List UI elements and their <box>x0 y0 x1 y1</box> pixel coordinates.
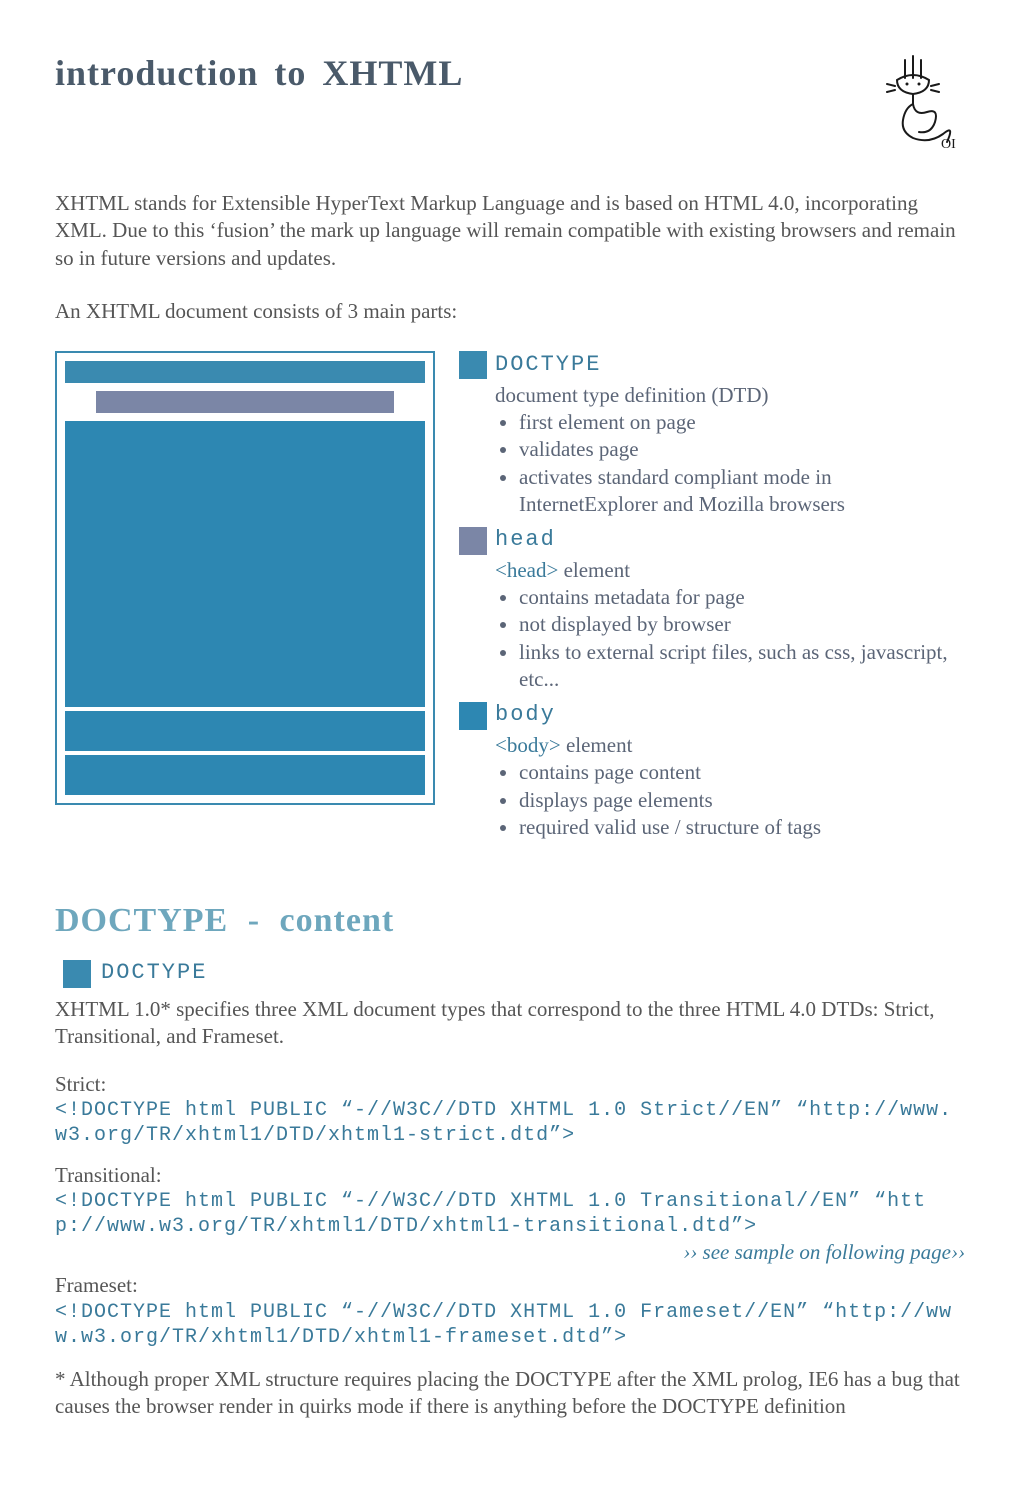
section-doctype-title: DOCTYPE - content <box>55 899 965 943</box>
body-label-row: body <box>459 701 965 730</box>
doctype-bullet-3: activates standard compliant mode in Int… <box>519 464 965 519</box>
diagram-row: DOCTYPE document type definition (DTD) f… <box>55 351 965 849</box>
body-bullet-1: contains page content <box>519 759 965 786</box>
doctype-label-row: DOCTYPE <box>459 351 965 380</box>
diagram-doctype-bar <box>65 361 425 383</box>
strict-label: Strict: <box>55 1071 965 1098</box>
cat-logo-icon: OI <box>885 50 965 150</box>
head-bullet-2: not displayed by browser <box>519 611 965 638</box>
doctype-bullet-2: validates page <box>519 436 965 463</box>
document-structure-diagram <box>55 351 435 805</box>
diagram-head-bar <box>96 391 395 413</box>
head-bullets: contains metadata for page not displayed… <box>519 584 965 693</box>
head-label-row: head <box>459 526 965 555</box>
head-desc: <head> element <box>495 557 965 584</box>
body-bullet-3: required valid use / structure of tags <box>519 814 965 841</box>
body-swatch-icon <box>459 702 487 730</box>
body-bullet-2: displays page elements <box>519 787 965 814</box>
head-bullet-3: links to external script files, such as … <box>519 639 965 694</box>
doctype-bullet-1: first element on page <box>519 409 965 436</box>
doctype-desc: document type definition (DTD) <box>495 382 965 409</box>
head-swatch-icon <box>459 527 487 555</box>
intro-paragraph: XHTML stands for Extensible HyperText Ma… <box>55 190 965 272</box>
header-row: introduction to XHTML OI <box>55 50 965 150</box>
head-tag: <head> <box>495 558 558 582</box>
diagram-body-bar-small-1 <box>65 711 425 751</box>
doctype-label: DOCTYPE <box>495 351 601 380</box>
footnote: * Although proper XML structure requires… <box>55 1366 965 1421</box>
page-title: introduction to XHTML <box>55 50 463 97</box>
body-tag: <body> <box>495 733 561 757</box>
transitional-label: Transitional: <box>55 1162 965 1189</box>
body-bullets: contains page content displays page elem… <box>519 759 965 841</box>
title-part-xhtml: XHTML <box>322 53 463 93</box>
body-desc: <body> element <box>495 732 965 759</box>
doctype-swatch-icon-2 <box>63 960 91 988</box>
head-label: head <box>495 526 556 555</box>
frameset-label: Frameset: <box>55 1272 965 1299</box>
doctype-section-label: DOCTYPE <box>101 959 207 988</box>
body-label: body <box>495 701 556 730</box>
title-part-intro: introduction to <box>55 53 322 93</box>
head-bullet-1: contains metadata for page <box>519 584 965 611</box>
strict-code: <!DOCTYPE html PUBLIC “-//W3C//DTD XHTML… <box>55 1098 965 1148</box>
diagram-body-bar-large <box>65 421 425 707</box>
diagram-legend: DOCTYPE document type definition (DTD) f… <box>459 351 965 849</box>
doctype-bullets: first element on page validates page act… <box>519 409 965 518</box>
svg-text:OI: OI <box>941 137 956 150</box>
transitional-code: <!DOCTYPE html PUBLIC “-//W3C//DTD XHTML… <box>55 1189 965 1239</box>
doctype-section-label-row: DOCTYPE <box>63 959 965 988</box>
body-desc-suffix: element <box>561 733 633 757</box>
frameset-code: <!DOCTYPE html PUBLIC “-//W3C//DTD XHTML… <box>55 1300 965 1350</box>
see-sample-note: ›› see sample on following page›› <box>55 1239 965 1266</box>
diagram-body-bar-small-2 <box>65 755 425 795</box>
doctype-swatch-icon <box>459 351 487 379</box>
subintro-paragraph: An XHTML document consists of 3 main par… <box>55 298 965 325</box>
doctype-section-intro: XHTML 1.0* specifies three XML document … <box>55 996 965 1051</box>
head-desc-suffix: element <box>558 558 630 582</box>
